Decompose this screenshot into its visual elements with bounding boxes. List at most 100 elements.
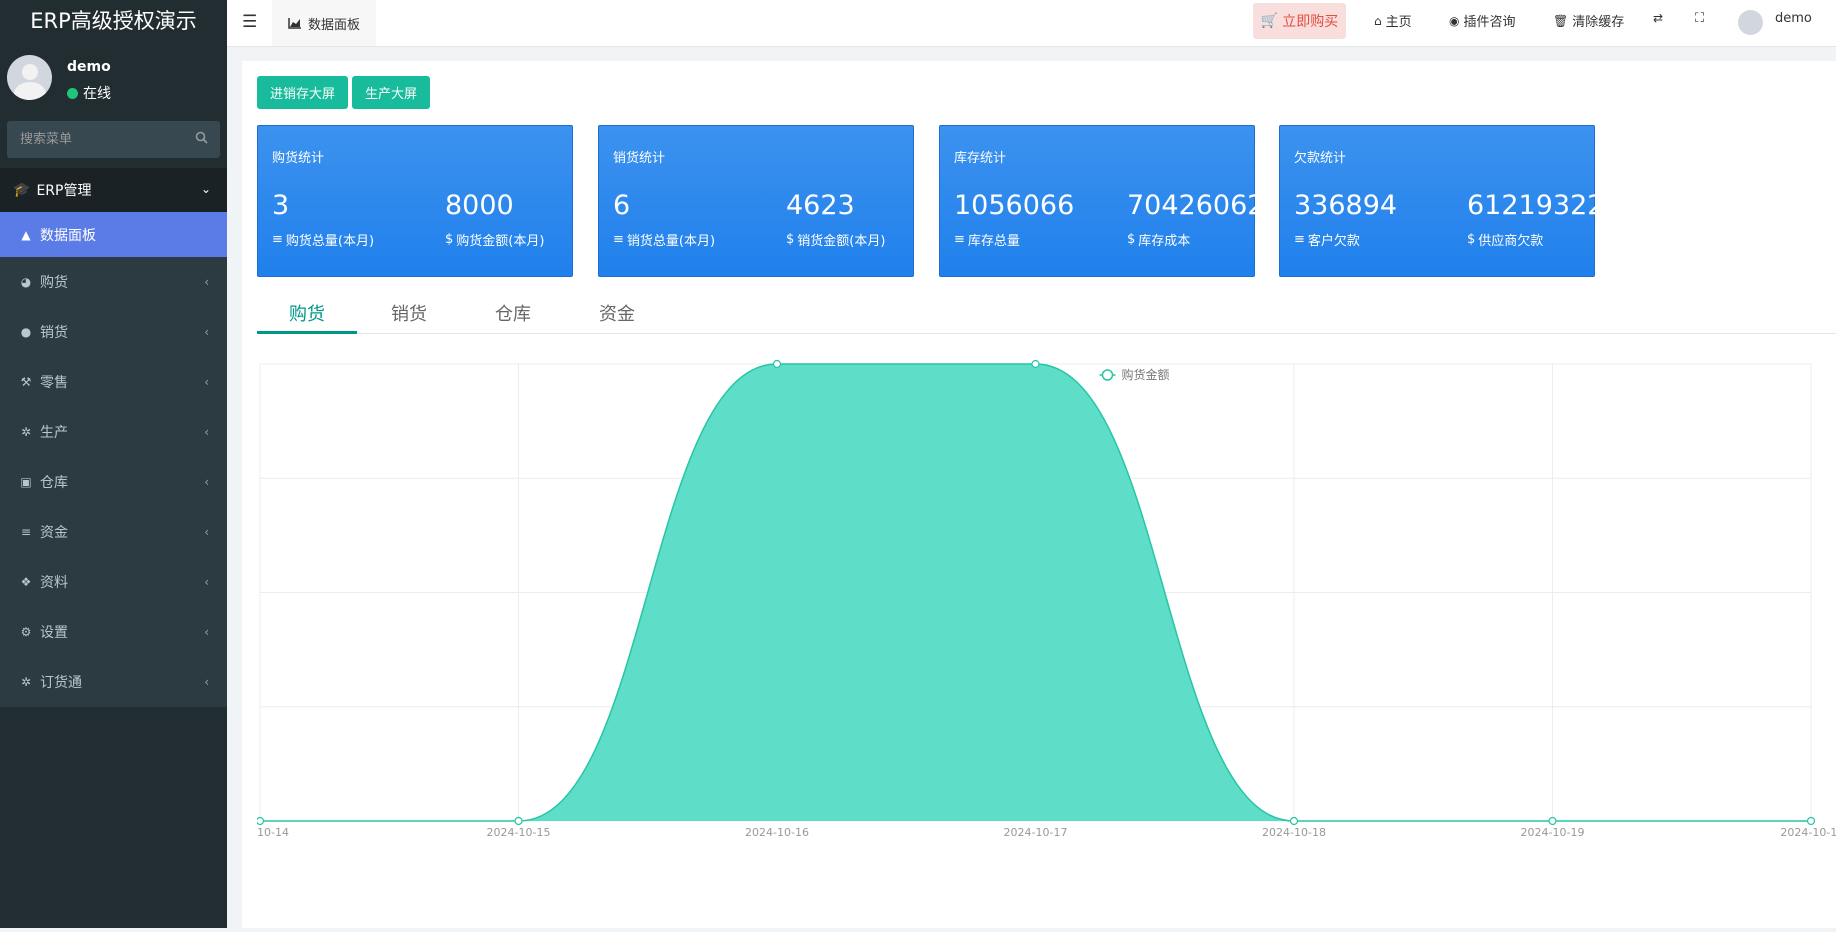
menu-header-erp[interactable]: 🎓 ERP管理 ⌄ [0,168,227,212]
chevron-left-icon: ‹ [204,525,209,539]
plugin-consult-label: 插件咨询 [1463,15,1516,30]
sidebar-item-2[interactable]: ● 销货 ‹ [0,307,227,357]
home-link[interactable]: ⌂ 主页 [1374,11,1412,31]
stat-value-1: 6 [613,190,631,221]
fullscreen-toggle[interactable]: ⛶ [1695,11,1704,26]
x-tick-label: 10-14 [257,826,289,839]
github-icon: ◕ [20,275,32,289]
x-tick-label: 2024-10-18 [1262,826,1326,839]
qq-icon: ◉ [1449,13,1460,28]
sidebar-item-7[interactable]: ❖ 资料 ‹ [0,557,227,607]
chevron-left-icon: ‹ [204,425,209,439]
tab-sales[interactable]: 销货 [359,295,459,331]
database-icon: ≡ [613,232,624,247]
clear-cache-link[interactable]: 🗑 清除缓存 [1553,11,1624,31]
sidebar-item-label: 资金 [40,525,68,541]
stat-value-2: 4623 [786,190,855,221]
tab-dashboard-label: 数据面板 [308,17,361,33]
buy-now-button[interactable]: 🛒 立即购买 [1253,3,1346,39]
data-point [1548,816,1557,826]
stat-label-1: 客户欠款 [1307,234,1360,249]
database-icon: ≡ [20,525,32,539]
dollar-icon: $ [445,232,454,247]
stat-title: 销货统计 [613,151,666,166]
gavel-icon: ⚒ [20,375,32,389]
dollar-icon: $ [786,232,795,247]
home-label: 主页 [1385,15,1412,30]
area-chart-icon [288,18,301,29]
purchase-chart: 10-14 2024-10-15 2024-10-16 2024-10-17 2024-… [255,349,1836,928]
sidebar-item-label: 销货 [40,325,68,341]
stat-value-1: 336894 [1294,190,1398,221]
area-chart-icon: ▲ [21,227,31,242]
stat-title: 欠款统计 [1294,151,1347,166]
stat-card-1: 销货统计 6 ≡ 销货总量(本月) 4623 $ 销货金额(本月) [598,125,914,277]
tab-funds[interactable]: 资金 [567,295,667,331]
user-menu-name: demo [1775,11,1812,26]
sidebar-item-6[interactable]: ≡ 资金 ‹ [0,507,227,557]
tab-dashboard[interactable]: 数据面板 [272,0,377,46]
production-screen-button[interactable]: 生产大屏 [352,76,430,109]
user-menu[interactable]: demo [1775,11,1812,26]
sidebar-item-1[interactable]: ◕ 购货 ‹ [0,257,227,307]
search-input[interactable] [7,121,180,158]
home-icon: ⌂ [1374,13,1382,28]
stat-title: 购货统计 [272,151,325,166]
sidebar-item-label: 资料 [40,575,68,591]
sidebar-item-label: 零售 [40,375,68,391]
sidebar-item-8[interactable]: ⚙ 设置 ‹ [0,607,227,657]
menu-header-label: ERP管理 [36,183,92,199]
stat-value-2: 612193224 [1467,190,1622,221]
chevron-left-icon: ‹ [204,625,209,639]
sidebar-item-0[interactable]: ▲ 数据面板 [0,212,227,257]
stat-card-2: 库存统计 1056066 ≡ 库存总量 704260629.2 $ 库存成本 [939,125,1307,277]
online-dot-icon [67,87,78,99]
stat-label-2: 库存成本 [1138,234,1191,249]
dollar-icon: $ [1127,232,1136,247]
tab-warehouse[interactable]: 仓库 [463,295,563,331]
plugin-consult-link[interactable]: ◉ 插件咨询 [1449,11,1516,31]
sidebar-item-5[interactable]: ▣ 仓库 ‹ [0,457,227,507]
top-navbar: ☰ 数据面板 🛒 立即购买 ⌂ 主页 ◉ 插件咨询 🗑 清除缓存 ⇄ ⛶ dem… [227,0,1836,47]
data-point [514,816,523,826]
language-icon: ⇄ [1653,11,1664,25]
chevron-left-icon: ‹ [204,325,209,339]
sidebar-item-label: 生产 [40,425,68,441]
sidebar: ERP高级授权演示 demo 在线 🎓 ERP管理 ⌄ ▲ 数据面板 ◕ 购货 ‹ ● 销货… [0,0,227,928]
stat-label-1: 库存总量 [967,234,1020,249]
cubes-icon: ❖ [20,575,32,589]
stat-value-1: 1056066 [954,190,1075,221]
language-toggle[interactable]: ⇄ [1653,11,1663,25]
fullscreen-icon: ⛶ [1695,11,1705,26]
stat-value-1: 3 [272,190,290,221]
tab-purchase[interactable]: 购货 [257,295,357,334]
inventory-screen-button[interactable]: 进销存大屏 [257,76,348,109]
chevron-left-icon: ‹ [204,275,209,289]
chart-tabs: 购货 销货 仓库 资金 [257,295,1836,334]
menu-list: ▲ 数据面板 ◕ 购货 ‹ ● 销货 ‹ ⚒ 零售 ‹ ✲ 生产 ‹ ▣ 仓库 ‹ ≡ 资金 ‹ ❖ 资料 ‹ ⚙ 设置 ‹ ✲ 订货… [0,212,227,707]
legend-label: 购货金额 [1122,367,1170,382]
legend-marker [1101,369,1114,381]
x-tick-label: 2024-10-16 [745,826,809,839]
data-point [1289,816,1299,826]
sidebar-item-label: 购货 [40,275,68,291]
main-content: 进销存大屏 生产大屏 购货统计 3 ≡ 购货总量(本月) 8000 $ 购货金额(本月) 销货… [242,61,1836,928]
database-icon: ≡ [272,232,283,247]
chevron-left-icon: ‹ [204,475,209,489]
yelp-icon: ✲ [20,425,32,439]
data-point [772,359,782,369]
sidebar-item-9[interactable]: ✲ 订货通 ‹ [0,657,227,707]
sidebar-item-3[interactable]: ⚒ 零售 ‹ [0,357,227,407]
x-tick-label: 2024-10-15 [487,826,551,839]
dollar-icon: $ [1467,232,1476,247]
stat-title: 库存统计 [954,151,1007,166]
stat-value-2: 8000 [445,190,514,221]
search-icon[interactable] [195,131,208,148]
hamburger-icon[interactable]: ☰ [242,12,257,32]
avatar[interactable] [1738,10,1763,35]
cart-icon: 🛒 [1260,13,1279,29]
sidebar-item-4[interactable]: ✲ 生产 ‹ [0,407,227,457]
app-title[interactable]: ERP高级授权演示 [0,0,227,43]
stat-label-1: 销货总量(本月) [626,234,716,249]
cc-icon: ▣ [20,475,32,489]
